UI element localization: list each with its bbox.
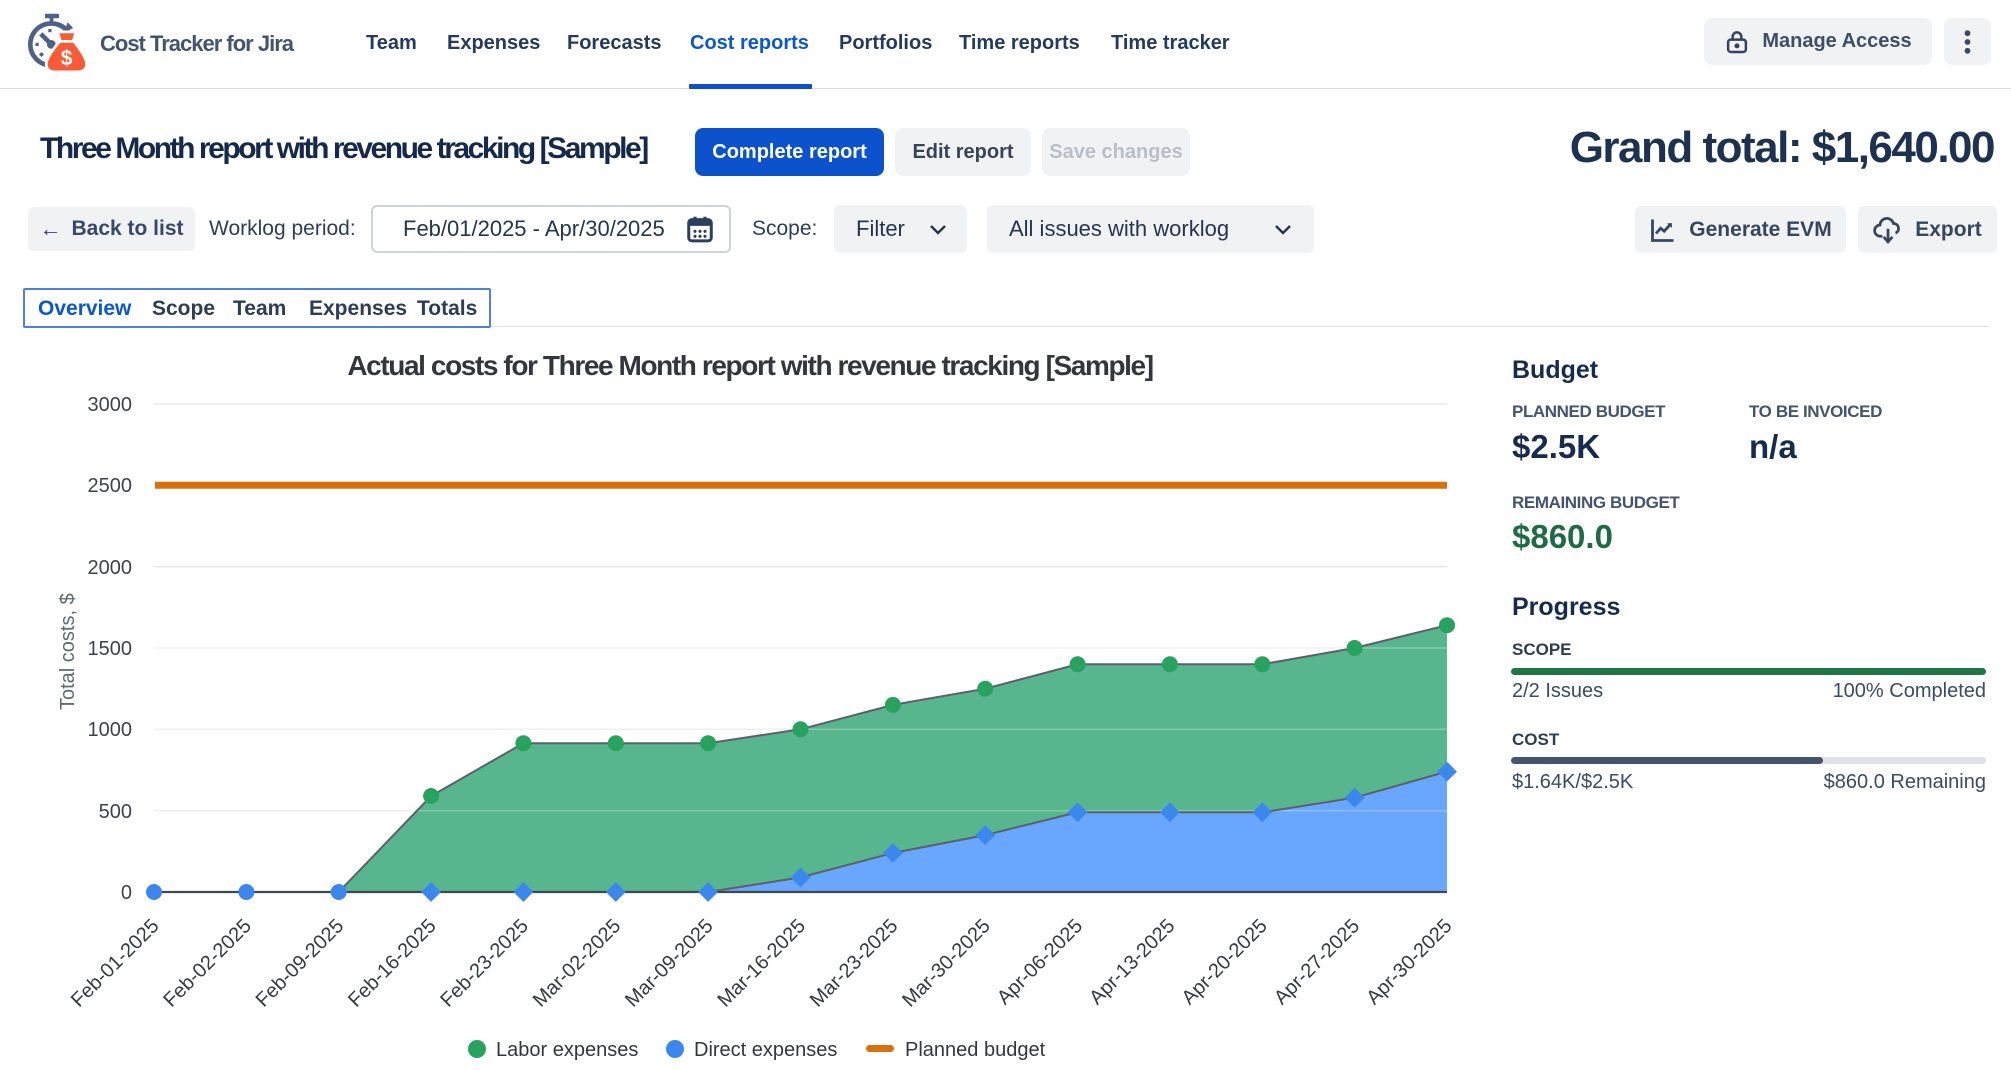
svg-text:Labor expenses: Labor expenses <box>496 1039 638 1061</box>
svg-text:Feb-01-2025: Feb-01-2025 <box>67 915 164 1012</box>
svg-text:Mar-23-2025: Mar-23-2025 <box>806 915 903 1012</box>
svg-text:500: 500 <box>99 801 132 823</box>
svg-text:1500: 1500 <box>88 638 133 660</box>
svg-text:Apr-13-2025: Apr-13-2025 <box>1085 915 1179 1009</box>
svg-text:Mar-09-2025: Mar-09-2025 <box>621 915 718 1012</box>
svg-text:Apr-27-2025: Apr-27-2025 <box>1270 915 1364 1009</box>
svg-text:Feb-23-2025: Feb-23-2025 <box>436 915 533 1012</box>
svg-text:Feb-02-2025: Feb-02-2025 <box>159 915 256 1012</box>
svg-text:Total costs, $: Total costs, $ <box>57 593 79 710</box>
svg-text:0: 0 <box>121 882 132 904</box>
svg-text:2000: 2000 <box>88 557 133 579</box>
svg-text:Apr-20-2025: Apr-20-2025 <box>1178 915 1272 1009</box>
svg-text:Feb-16-2025: Feb-16-2025 <box>344 915 441 1012</box>
svg-text:1000: 1000 <box>88 719 133 741</box>
svg-text:Mar-30-2025: Mar-30-2025 <box>898 915 995 1012</box>
svg-text:Direct expenses: Direct expenses <box>694 1039 837 1061</box>
svg-text:2500: 2500 <box>88 475 133 497</box>
svg-text:Apr-06-2025: Apr-06-2025 <box>993 915 1087 1009</box>
svg-text:Planned budget: Planned budget <box>905 1039 1046 1061</box>
svg-text:Mar-02-2025: Mar-02-2025 <box>529 915 626 1012</box>
svg-text:Mar-16-2025: Mar-16-2025 <box>714 915 811 1012</box>
svg-text:3000: 3000 <box>88 394 133 416</box>
svg-text:Apr-30-2025: Apr-30-2025 <box>1362 915 1456 1009</box>
svg-text:Feb-09-2025: Feb-09-2025 <box>252 915 349 1012</box>
